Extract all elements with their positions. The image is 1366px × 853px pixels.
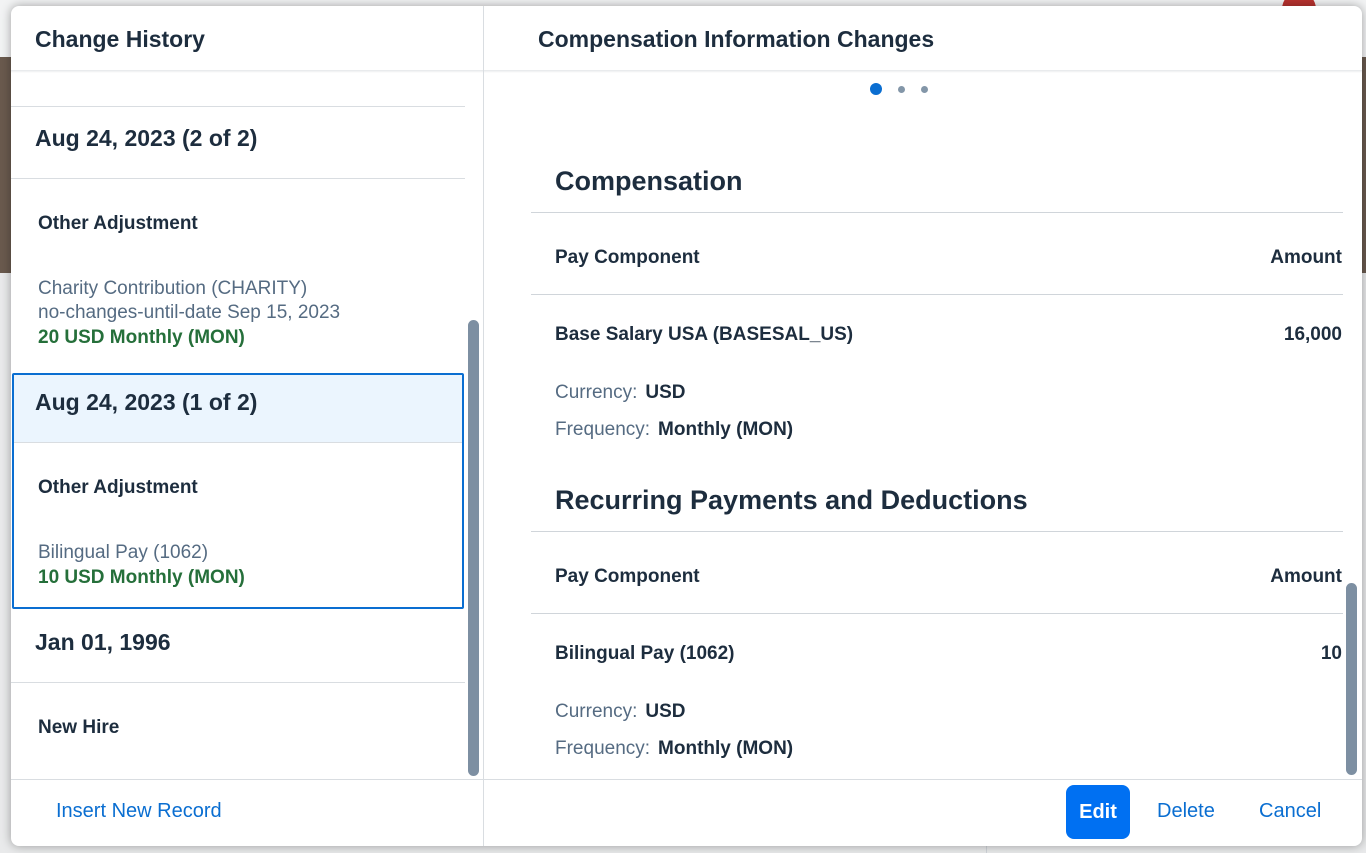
- history-detail-line: no-changes-until-date Sep 15, 2023: [38, 302, 341, 323]
- pay-component-column-header: Pay Component: [555, 566, 700, 587]
- frequency-value: Monthly (MON): [658, 738, 794, 759]
- cancel-button[interactable]: Cancel: [1259, 791, 1321, 831]
- section-divider: [531, 531, 1343, 532]
- frequency-row: Frequency: Monthly (MON): [555, 738, 793, 760]
- row-divider: [11, 682, 465, 683]
- currency-row: Currency: USD: [555, 382, 685, 404]
- history-list-scrollbar[interactable]: [468, 320, 479, 776]
- currency-value: USD: [645, 701, 686, 722]
- frequency-value: Monthly (MON): [658, 419, 794, 440]
- compensation-details: Compensation Pay Component Amount Base S…: [484, 73, 1362, 779]
- edit-button[interactable]: Edit: [1066, 785, 1130, 839]
- row-divider: [531, 613, 1343, 614]
- section-divider: [531, 212, 1343, 213]
- history-detail-line: Bilingual Pay (1062): [38, 542, 209, 563]
- history-date-heading[interactable]: Aug 24, 2023 (1 of 2): [35, 389, 257, 416]
- row-divider: [11, 106, 465, 107]
- currency-label: Currency:: [555, 382, 638, 403]
- history-date-heading[interactable]: Jan 01, 1996: [35, 629, 171, 656]
- currency-label: Currency:: [555, 701, 638, 722]
- currency-row: Currency: USD: [555, 701, 685, 723]
- recurring-section-title: Recurring Payments and Deductions: [555, 485, 1028, 515]
- compensation-section-title: Compensation: [555, 166, 743, 196]
- carousel-dot[interactable]: [898, 85, 905, 93]
- insert-new-record-button[interactable]: Insert New Record: [56, 791, 222, 831]
- row-divider: [11, 178, 465, 179]
- history-list: Aug 24, 2023 (2 of 2) Other Adjustment C…: [11, 73, 465, 779]
- left-pane-title: Change History: [35, 25, 205, 52]
- pay-component-amount: 16,000: [1283, 324, 1342, 345]
- footer-separator: [11, 779, 1362, 780]
- change-history-dialog: Change History Compensation Information …: [11, 6, 1362, 846]
- right-pane-title: Compensation Information Changes: [538, 25, 935, 52]
- pay-component-column-header: Pay Component: [555, 247, 700, 268]
- amount-column-header: Amount: [1270, 566, 1342, 587]
- delete-button[interactable]: Delete: [1157, 791, 1215, 831]
- row-divider: [531, 294, 1343, 295]
- history-event-type: Other Adjustment: [38, 477, 198, 498]
- currency-value: USD: [645, 382, 686, 403]
- history-event-type: New Hire: [38, 717, 120, 738]
- carousel-page-indicator[interactable]: [870, 83, 928, 95]
- pay-component-name: Bilingual Pay (1062): [555, 643, 735, 664]
- pay-component-amount: 10: [1320, 643, 1342, 664]
- carousel-dot[interactable]: [921, 85, 928, 93]
- frequency-row: Frequency: Monthly (MON): [555, 419, 793, 441]
- details-scrollbar[interactable]: [1346, 583, 1357, 775]
- pay-component-name: Base Salary USA (BASESAL_US): [555, 324, 854, 345]
- amount-column-header: Amount: [1270, 247, 1342, 268]
- carousel-dot-active[interactable]: [870, 83, 882, 95]
- frequency-label: Frequency:: [555, 738, 651, 759]
- history-date-heading[interactable]: Aug 24, 2023 (2 of 2): [35, 125, 257, 152]
- history-detail-line: Charity Contribution (CHARITY): [38, 278, 308, 299]
- history-amount: 10 USD Monthly (MON): [38, 567, 245, 588]
- history-event-type: Other Adjustment: [38, 213, 198, 234]
- history-amount: 20 USD Monthly (MON): [38, 327, 245, 348]
- frequency-label: Frequency:: [555, 419, 651, 440]
